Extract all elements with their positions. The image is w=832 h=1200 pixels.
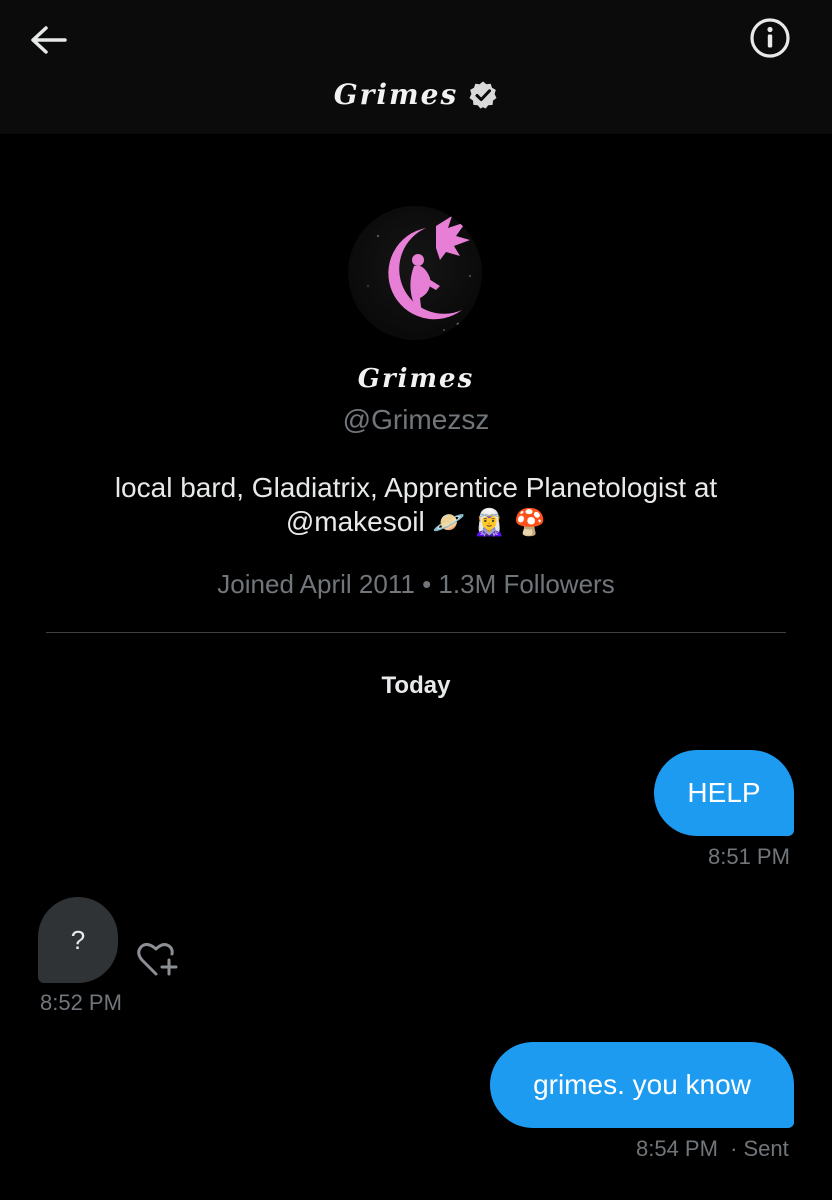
bio-text: local bard, Gladiatrix, Apprentice Plane… xyxy=(114,472,718,503)
header-title[interactable]: Grimes xyxy=(0,78,832,111)
message-bubble-incoming[interactable]: ? xyxy=(38,897,118,983)
bio-emoji: 🪐 🧝‍♀️ 🍄 xyxy=(432,508,547,538)
message-time: 8:54 PM xyxy=(636,1136,718,1161)
message-timestamp: 8:54 PM · Sent xyxy=(636,1136,789,1162)
conversation-header: Grimes xyxy=(0,0,832,134)
avatar[interactable] xyxy=(348,206,482,340)
info-icon xyxy=(750,18,790,58)
react-button[interactable] xyxy=(136,940,180,980)
message-bubble-outgoing[interactable]: HELP xyxy=(654,750,794,836)
header-name: Grimes xyxy=(333,78,459,111)
profile-handle: @Grimezsz xyxy=(342,404,490,435)
message-timestamp: 8:52 PM xyxy=(40,990,122,1015)
joined-date: Joined April 2011 xyxy=(217,569,415,599)
followers-count[interactable]: 1.3M Followers xyxy=(438,569,614,599)
arrow-left-icon xyxy=(31,26,67,54)
message-text: ? xyxy=(70,924,86,955)
day-separator: Today xyxy=(381,672,451,699)
message-status: · Sent xyxy=(730,1136,789,1161)
divider xyxy=(46,632,786,633)
heart-plus-icon xyxy=(137,942,178,976)
verified-badge-icon xyxy=(469,81,497,108)
profile-meta: Joined April 2011 • 1.3M Followers xyxy=(0,569,832,600)
info-button[interactable] xyxy=(748,16,792,60)
crescent-moon-dragon-logo xyxy=(367,216,472,331)
message-bubble-outgoing[interactable]: grimes. you know xyxy=(490,1042,794,1128)
message-timestamp: 8:51 PM xyxy=(708,844,790,869)
message-text: HELP xyxy=(687,777,761,808)
meta-separator: • xyxy=(422,569,432,599)
message-text: grimes. you know xyxy=(533,1069,751,1100)
bio-mention-link[interactable]: @makesoil xyxy=(286,506,425,537)
profile-name: Grimes xyxy=(357,364,475,394)
profile-bio: local bard, Gladiatrix, Apprentice Plane… xyxy=(40,471,792,540)
back-button[interactable] xyxy=(26,20,70,60)
